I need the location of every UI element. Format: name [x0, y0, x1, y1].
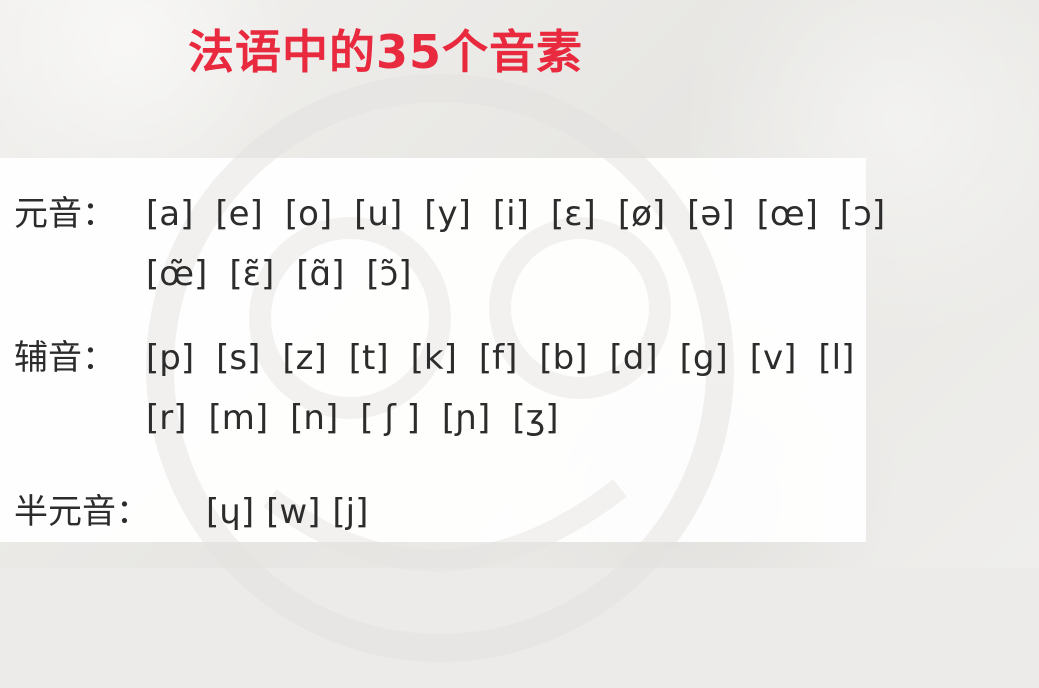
- vowel-list-1: [a] [e] [o] [u] [y] [i] [ɛ] [ø] [ə] [œ] …: [146, 194, 907, 234]
- phoneme: [ɲ]: [441, 398, 491, 438]
- phoneme: [d]: [609, 338, 658, 378]
- vowel-list-2: [œ̃] [ɛ̃] [ɑ̃] [ɔ̃]: [146, 254, 434, 294]
- phoneme: [ɑ̃]: [296, 254, 345, 294]
- consonant-row-1: 辅音： [p] [s] [z] [t] [k] [f] [b] [d] [g] …: [14, 330, 876, 379]
- phoneme-panel: 元音： [a] [e] [o] [u] [y] [i] [ɛ] [ø] [ə] …: [0, 74, 885, 662]
- phoneme: [s]: [216, 338, 261, 378]
- phoneme: [y]: [424, 194, 471, 234]
- phoneme: [œ̃]: [146, 254, 208, 294]
- phoneme: [l]: [818, 338, 855, 378]
- consonant-row-2: [r] [m] [n] [ ʃ ] [ɲ] [ʒ]: [146, 398, 581, 438]
- phoneme: [z]: [282, 338, 327, 378]
- consonant-list-1: [p] [s] [z] [t] [k] [f] [b] [d] [g] [v] …: [146, 338, 876, 378]
- phoneme: [j]: [332, 492, 369, 532]
- phoneme: [ɔ]: [839, 194, 886, 234]
- phoneme: [n]: [290, 398, 339, 438]
- consonant-label: 辅音：: [14, 338, 116, 378]
- consonant-list-2: [r] [m] [n] [ ʃ ] [ɲ] [ʒ]: [146, 398, 581, 438]
- phoneme: [e]: [215, 194, 263, 234]
- phoneme: [o]: [284, 194, 333, 234]
- phoneme: [ɛ̃]: [229, 254, 275, 294]
- semivowel-label: 半元音：: [14, 492, 150, 532]
- page-title: 法语中的35个音素: [188, 25, 584, 79]
- phoneme: [ɛ]: [550, 194, 596, 234]
- phoneme: [ø]: [617, 194, 666, 234]
- phoneme: [ɥ]: [206, 492, 255, 532]
- phoneme: [f]: [478, 338, 518, 378]
- phoneme: [p]: [146, 338, 195, 378]
- phoneme: [ɔ̃]: [366, 254, 412, 294]
- phoneme: [t]: [348, 338, 389, 378]
- phoneme: [k]: [410, 338, 457, 378]
- vowel-row-1: 元音： [a] [e] [o] [u] [y] [i] [ɛ] [ø] [ə] …: [14, 186, 907, 235]
- phoneme: [b]: [539, 338, 588, 378]
- phoneme: [r]: [146, 398, 187, 438]
- phoneme: [ʒ]: [512, 398, 559, 438]
- phoneme: [m]: [208, 398, 269, 438]
- phoneme: [u]: [354, 194, 403, 234]
- phoneme: [ ʃ ]: [360, 398, 420, 438]
- vowel-row-2: [œ̃] [ɛ̃] [ɑ̃] [ɔ̃]: [146, 254, 434, 294]
- semivowel-list: [ɥ] [w] [j]: [206, 492, 380, 532]
- phoneme: [ə]: [687, 194, 735, 234]
- semivowel-row: 半元音： [ɥ] [w] [j]: [14, 484, 380, 533]
- phoneme: [v]: [749, 338, 797, 378]
- phoneme: [i]: [492, 194, 529, 234]
- phoneme: [w]: [266, 492, 321, 532]
- phoneme: [œ]: [756, 194, 818, 234]
- vowel-label: 元音：: [14, 194, 116, 234]
- phoneme: [a]: [146, 194, 194, 234]
- phoneme: [g]: [679, 338, 728, 378]
